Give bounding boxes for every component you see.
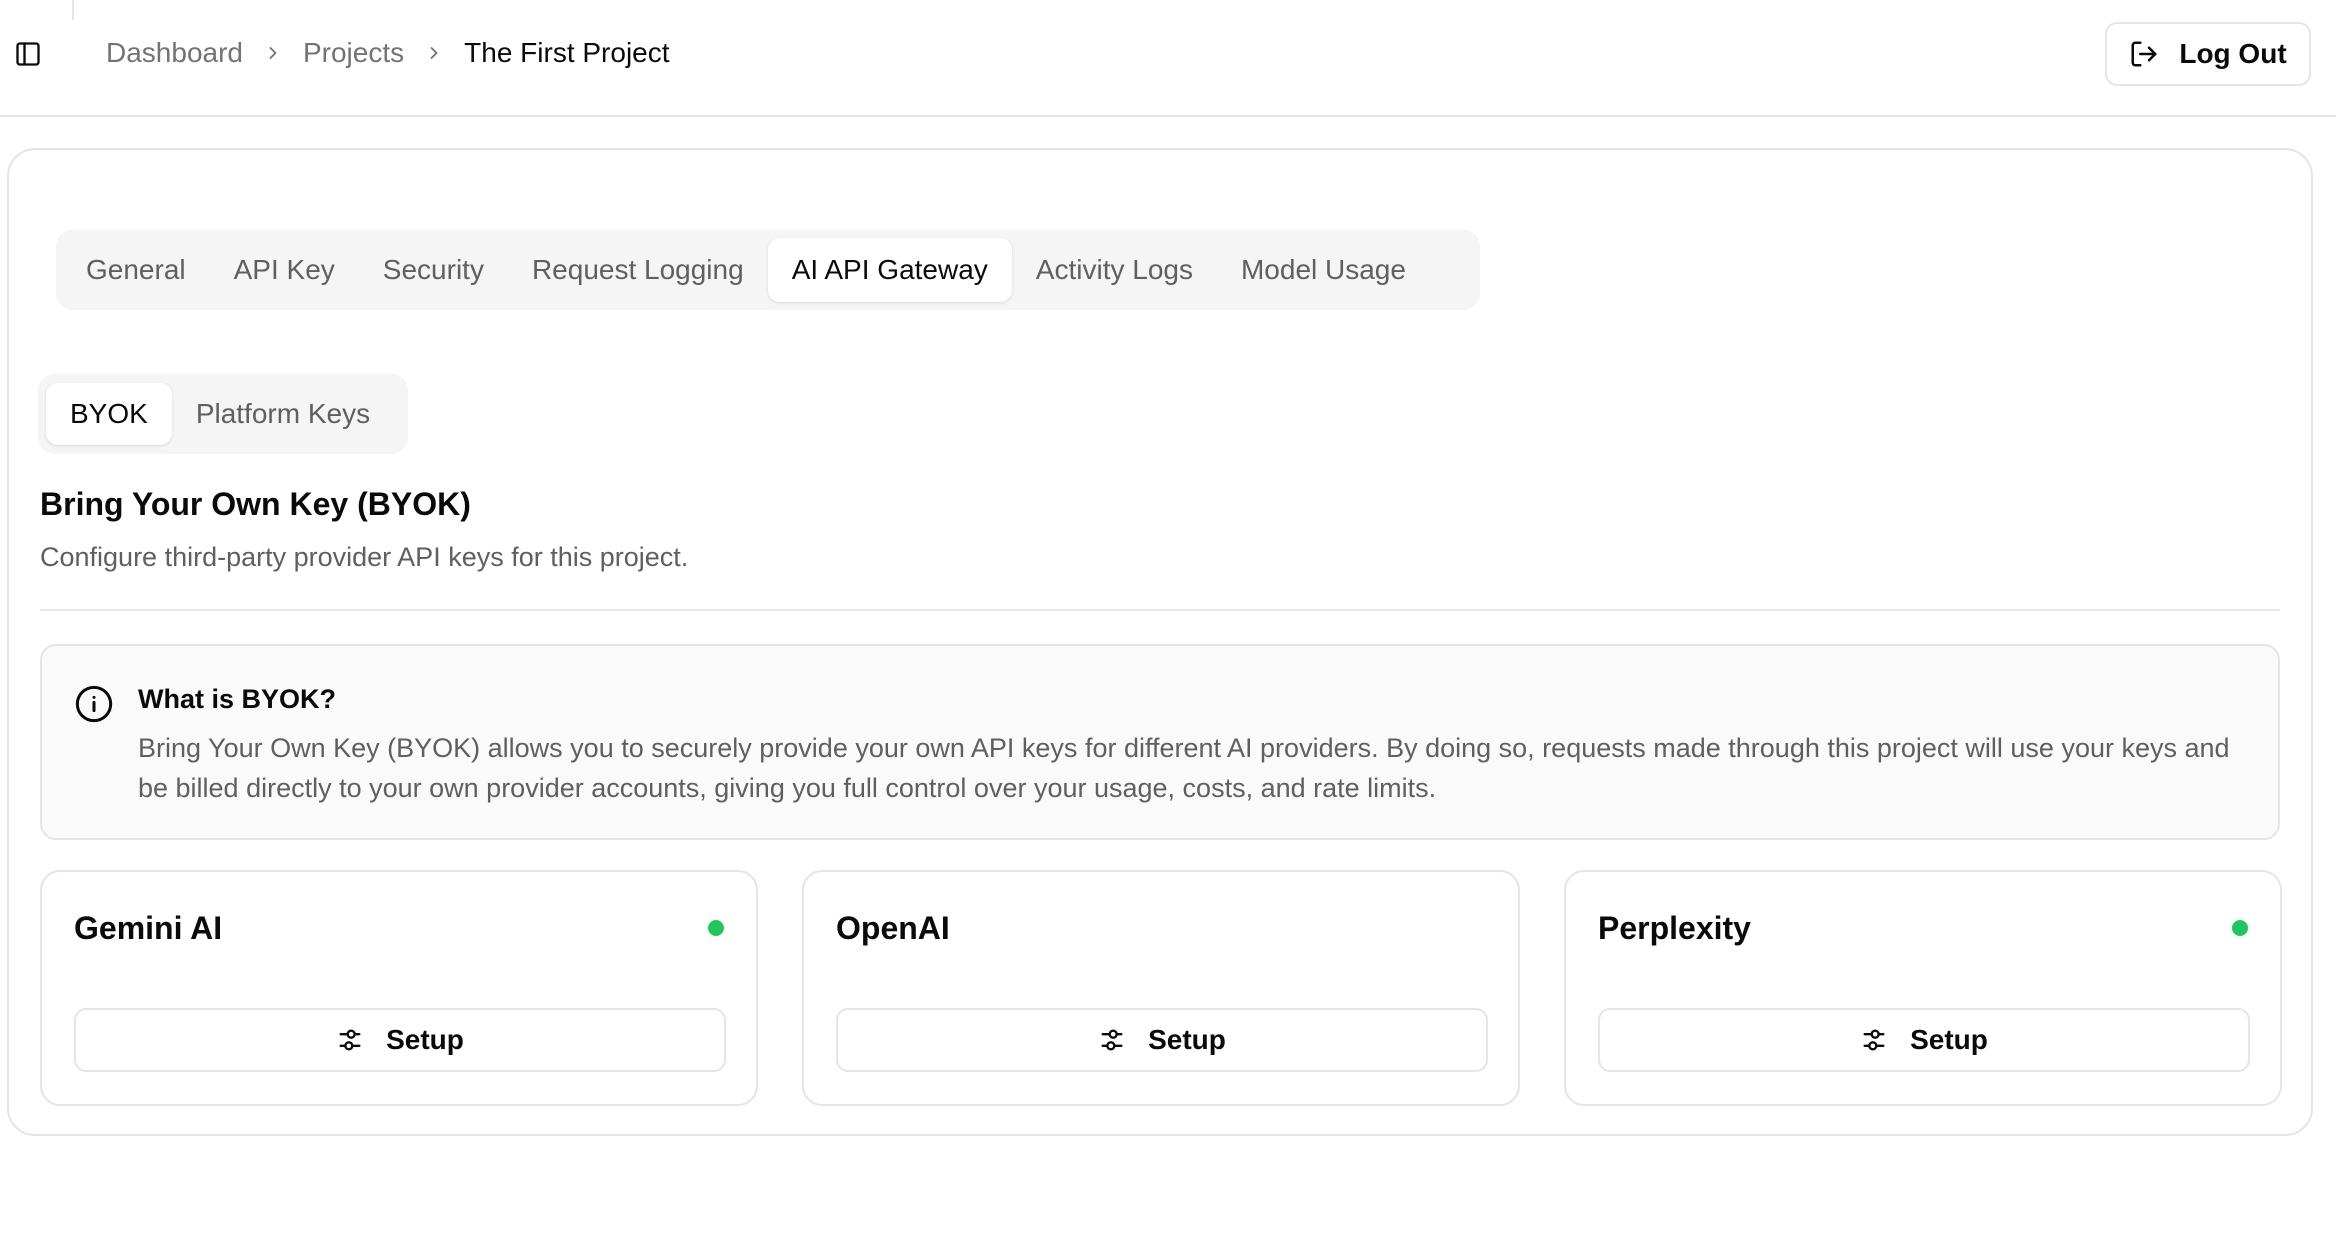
provider-card-perplexity: Perplexity Setup (1564, 870, 2282, 1106)
setup-label: Setup (1910, 1024, 1988, 1055)
provider-card-openai: OpenAI Setup (802, 870, 1520, 1106)
status-indicator (708, 920, 724, 936)
provider-card-gemini: Gemini AI Setup (40, 870, 758, 1106)
top-bar: Dashboard Projects The First Project Log… (0, 0, 2336, 117)
provider-name: Perplexity (1598, 910, 1751, 946)
tab-api-key[interactable]: API Key (210, 238, 359, 302)
tab-activity-logs[interactable]: Activity Logs (1012, 238, 1217, 302)
tab-request-logging[interactable]: Request Logging (508, 238, 768, 302)
breadcrumb-current-project: The First Project (464, 37, 670, 68)
sliders-icon (1098, 1026, 1126, 1054)
info-title: What is BYOK? (138, 684, 337, 714)
tab-security[interactable]: Security (359, 238, 508, 302)
provider-name: Gemini AI (74, 910, 223, 946)
gemini-setup-button[interactable]: Setup (74, 1008, 726, 1072)
sidebar-toggle-button[interactable] (12, 38, 44, 70)
chevron-right-icon (263, 43, 283, 63)
section-description: Configure third-party provider API keys … (40, 542, 689, 572)
sliders-icon (1860, 1026, 1888, 1054)
status-indicator (2232, 920, 2248, 936)
breadcrumb-dashboard[interactable]: Dashboard (106, 37, 243, 69)
info-text: Bring Your Own Key (BYOK) allows you to … (138, 733, 2230, 803)
section-divider (40, 609, 2280, 611)
gateway-subtabs: BYOK Platform Keys (38, 374, 408, 454)
info-icon (74, 684, 114, 724)
panel-left-icon (14, 40, 42, 68)
byok-info-box: What is BYOK? Bring Your Own Key (BYOK) … (40, 644, 2280, 840)
log-out-button[interactable]: Log Out (2105, 22, 2311, 86)
header-divider (72, 0, 74, 20)
log-out-label: Log Out (2179, 38, 2287, 69)
section-title: Bring Your Own Key (BYOK) (40, 486, 471, 522)
log-out-icon (2129, 39, 2159, 69)
setup-label: Setup (1148, 1024, 1226, 1055)
provider-name: OpenAI (836, 910, 950, 946)
breadcrumb: Dashboard Projects The First Project (106, 32, 670, 74)
tab-general[interactable]: General (62, 238, 210, 302)
openai-setup-button[interactable]: Setup (836, 1008, 1488, 1072)
settings-tabs: General API Key Security Request Logging… (56, 230, 1480, 310)
sliders-icon (336, 1026, 364, 1054)
chevron-right-icon (424, 43, 444, 63)
breadcrumb-projects[interactable]: Projects (303, 37, 404, 69)
subtab-platform-keys[interactable]: Platform Keys (172, 383, 394, 445)
setup-label: Setup (386, 1024, 464, 1055)
tab-ai-api-gateway[interactable]: AI API Gateway (767, 238, 1012, 302)
tab-model-usage[interactable]: Model Usage (1217, 238, 1430, 302)
perplexity-setup-button[interactable]: Setup (1598, 1008, 2250, 1072)
subtab-byok[interactable]: BYOK (46, 383, 172, 445)
